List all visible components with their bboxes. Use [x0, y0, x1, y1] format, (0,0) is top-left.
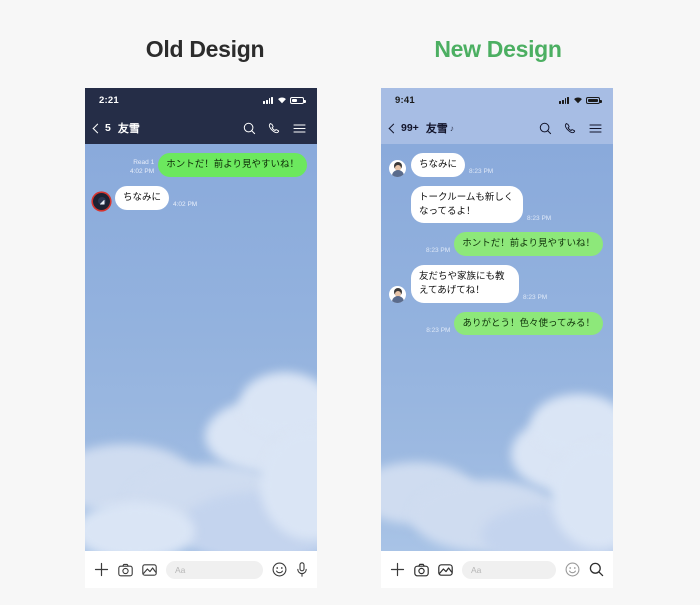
comparison-stage: Old Design New Design 2:21 5 友雪 Read 1 4… — [0, 0, 700, 605]
new-input-bar: Aa — [381, 551, 613, 588]
old-design-phone: 2:21 5 友雪 Read 1 4:02 PM ホントだ！前より見やすいね！ … — [85, 88, 317, 588]
message-time: 8:23 PM — [425, 247, 451, 255]
avatar[interactable] — [93, 192, 110, 210]
old-nav-bar: 5 友雪 — [85, 112, 317, 144]
battery-icon — [586, 96, 602, 104]
old-chat-title: 友雪 — [118, 120, 142, 136]
message-row: ちなみに 8:23 PM — [389, 153, 603, 177]
battery-icon — [290, 96, 306, 104]
message-meta: 8:23 PM — [527, 215, 551, 224]
photo-gallery-icon[interactable] — [142, 563, 157, 577]
old-nav-actions — [243, 122, 306, 135]
message-bubble[interactable]: ちなみに — [115, 185, 170, 210]
message-time: 8:23 PM — [469, 168, 494, 175]
old-input-bar: Aa — [85, 551, 317, 588]
message-time: 4:02 PM — [173, 200, 198, 208]
message-row: トークルームも新しくなってるよ！ 8:23 PM — [389, 185, 603, 224]
old-chat-area: Read 1 4:02 PM ホントだ！前より見やすいね！ ちなみに 4:02 … — [85, 144, 317, 551]
phone-call-icon[interactable] — [268, 122, 281, 135]
message-bubble[interactable]: 友だちや家族にも教えてあげてね！ — [411, 265, 519, 303]
old-design-heading: Old Design — [145, 36, 265, 62]
new-design-heading: New Design — [434, 36, 562, 62]
message-meta: Read 1 4:02 PM — [130, 159, 154, 177]
avatar-spacer — [389, 206, 406, 223]
message-row: 友だちや家族にも教えてあげてね！ 8:23 PM — [389, 265, 603, 303]
old-status-bar: 2:21 — [85, 88, 317, 112]
new-status-indicators — [559, 96, 602, 104]
plus-icon[interactable] — [94, 562, 109, 577]
message-meta: 8:23 PM — [523, 294, 547, 303]
avatar[interactable] — [389, 285, 406, 303]
new-chat-area: ちなみに 8:23 PM トークルームも新しくなってるよ！ 8:23 PM 8:… — [381, 144, 613, 551]
message-bubble[interactable]: トークルームも新しくなってるよ！ — [411, 185, 523, 224]
message-time: 4:02 PM — [129, 168, 155, 175]
message-bubble[interactable]: ホントだ！前より見やすいね！ — [454, 232, 603, 257]
search-icon[interactable] — [589, 562, 604, 577]
message-row: Read 1 4:02 PM ホントだ！前より見やすいね！ — [93, 153, 307, 177]
wifi-icon — [573, 96, 583, 104]
camera-icon[interactable] — [414, 563, 429, 577]
message-bubble[interactable]: ホントだ！前より見やすいね！ — [158, 153, 307, 177]
microphone-icon[interactable] — [296, 562, 308, 577]
new-status-bar: 9:41 — [381, 88, 613, 112]
old-chat-title-text: 友雪 — [117, 123, 140, 135]
menu-icon[interactable] — [589, 123, 602, 134]
message-row: 8:23 PM ホントだ！前より見やすいね！ — [389, 232, 603, 257]
chevron-left-icon — [92, 123, 103, 133]
signal-icon — [263, 96, 273, 104]
new-chat-title: 友雪 ♪ — [426, 120, 454, 136]
chevron-left-icon — [388, 123, 399, 133]
message-bubble[interactable]: ありがとう！色々使ってみる！ — [454, 311, 603, 336]
message-meta: 8:23 PM — [426, 327, 450, 336]
message-meta: 8:23 PM — [426, 247, 450, 256]
old-unread-count: 5 — [105, 122, 111, 134]
menu-icon[interactable] — [293, 123, 306, 134]
message-time: 8:23 PM — [426, 326, 451, 334]
message-meta: 8:23 PM — [469, 168, 493, 177]
plus-icon[interactable] — [390, 562, 405, 577]
camera-icon[interactable] — [118, 563, 133, 577]
new-message-input[interactable]: Aa — [462, 560, 556, 579]
message-bubble[interactable]: ちなみに — [411, 153, 466, 177]
old-status-indicators — [263, 96, 306, 104]
avatar[interactable] — [389, 159, 406, 177]
search-icon[interactable] — [539, 122, 552, 135]
new-back-button[interactable]: 99+ — [388, 122, 419, 134]
wifi-icon — [277, 96, 287, 104]
message-time: 8:23 PM — [523, 293, 548, 301]
old-message-input[interactable]: Aa — [166, 560, 263, 579]
signal-icon — [559, 96, 569, 104]
read-receipt: Read 1 — [133, 159, 155, 167]
music-note-icon: ♪ — [449, 123, 454, 133]
new-input-placeholder: Aa — [471, 564, 482, 575]
new-nav-actions — [539, 122, 602, 135]
new-message-list: ちなみに 8:23 PM トークルームも新しくなってるよ！ 8:23 PM 8:… — [381, 144, 613, 336]
new-chat-title-text: 友雪 — [425, 123, 448, 135]
phone-call-icon[interactable] — [564, 122, 577, 135]
new-nav-bar: 99+ 友雪 ♪ — [381, 112, 613, 144]
emoji-icon[interactable] — [272, 562, 287, 577]
old-input-placeholder: Aa — [175, 564, 186, 575]
old-status-time: 2:21 — [99, 94, 119, 106]
message-time: 8:23 PM — [527, 214, 552, 222]
message-row: 8:23 PM ありがとう！色々使ってみる！ — [389, 311, 603, 336]
message-meta: 4:02 PM — [173, 201, 197, 210]
new-design-phone: 9:41 99+ 友雪 ♪ ちなみに 8:23 PM トークルームも新しくなって… — [381, 88, 613, 588]
emoji-icon[interactable] — [565, 562, 580, 577]
photo-gallery-icon[interactable] — [438, 563, 453, 577]
new-status-time: 9:41 — [395, 94, 415, 106]
message-row: ちなみに 4:02 PM — [93, 185, 307, 210]
old-message-list: Read 1 4:02 PM ホントだ！前より見やすいね！ ちなみに 4:02 … — [85, 144, 317, 210]
search-icon[interactable] — [243, 122, 256, 135]
old-back-button[interactable]: 5 — [92, 122, 111, 134]
new-unread-count: 99+ — [401, 122, 419, 134]
